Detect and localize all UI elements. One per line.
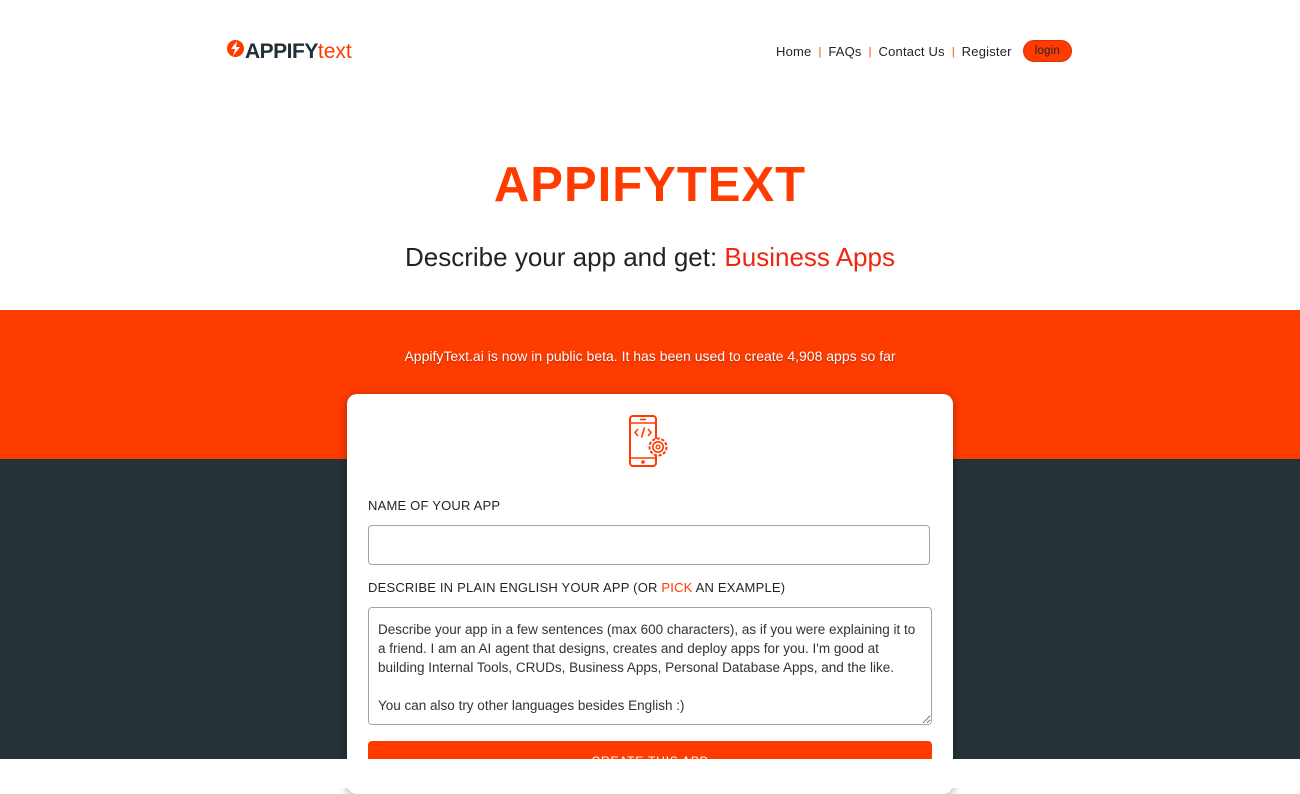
- hero-title: APPIFYTEXT: [493, 158, 807, 212]
- app-name-input[interactable]: [368, 525, 930, 565]
- appify-logo[interactable]: APPIFY text: [227, 38, 352, 66]
- app-description-textarea[interactable]: Describe your app in a few sentences (ma…: [368, 607, 932, 725]
- beta-notice: AppifyText.ai is now in public beta. It …: [404, 348, 896, 364]
- nav-register[interactable]: Register: [962, 44, 1012, 59]
- nav-separator: |: [818, 46, 822, 58]
- nav-contact-us[interactable]: Contact Us: [879, 44, 945, 59]
- nav-separator: |: [868, 46, 872, 58]
- logo-text-bold: APPIFY: [245, 40, 318, 63]
- app-name-label: NAME OF YOUR APP: [368, 498, 501, 513]
- top-nav: Home | FAQs | Contact Us | Register logi…: [776, 40, 1072, 62]
- hero-subtitle: Describe your app and get: Business Apps: [0, 242, 1300, 273]
- describe-label-suffix: AN EXAMPLE): [692, 580, 786, 595]
- page-bottom-strip: [0, 759, 1300, 788]
- nav-home[interactable]: Home: [776, 44, 811, 59]
- mobile-code-gear-icon: [629, 415, 668, 467]
- nav-separator: |: [951, 46, 955, 58]
- page: APPIFY text Home | FAQs | Contact Us | R…: [0, 0, 1300, 794]
- nav-faqs[interactable]: FAQs: [828, 44, 861, 59]
- login-button[interactable]: login: [1022, 40, 1072, 62]
- hero-subtitle-prefix: Describe your app and get:: [405, 242, 725, 272]
- describe-label-prefix: DESCRIBE IN PLAIN ENGLISH YOUR APP (OR: [368, 580, 662, 595]
- logo-text-light: text: [317, 40, 352, 63]
- pick-example-link[interactable]: PICK: [661, 580, 692, 595]
- describe-label: DESCRIBE IN PLAIN ENGLISH YOUR APP (OR P…: [368, 580, 785, 595]
- hero-subtitle-accent: Business Apps: [724, 242, 895, 272]
- lightning-bolt-icon: [227, 39, 244, 57]
- create-app-card: NAME OF YOUR APP DESCRIBE IN PLAIN ENGLI…: [347, 394, 953, 794]
